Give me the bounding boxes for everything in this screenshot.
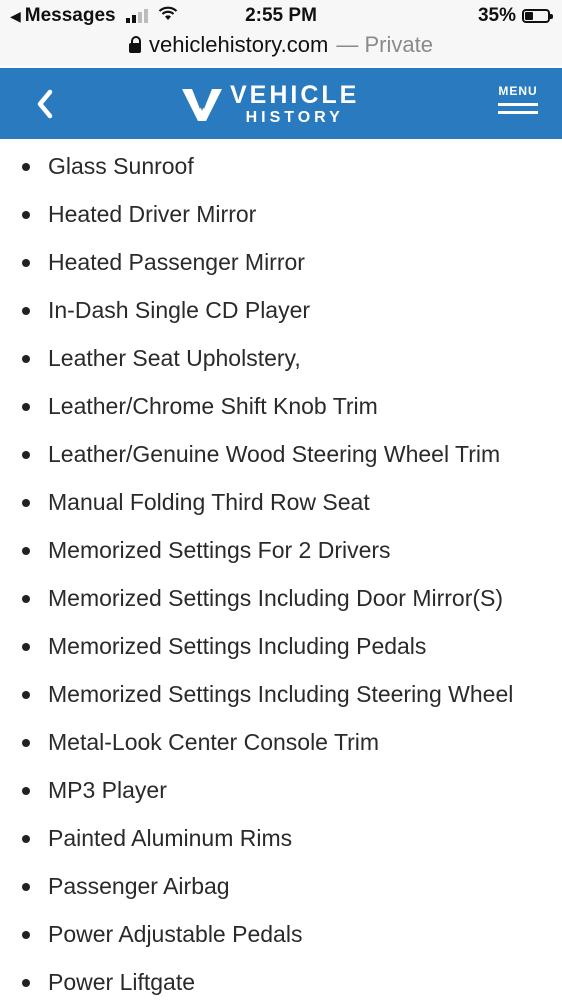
bullet-icon bbox=[22, 307, 30, 315]
feature-item: Passenger Airbag bbox=[0, 862, 562, 910]
logo-line-1: VEHICLE bbox=[230, 81, 360, 109]
battery-percent: 35% bbox=[477, 5, 516, 26]
address-bar[interactable]: vehiclehistory.com — Private bbox=[0, 30, 562, 66]
feature-label: Glass Sunroof bbox=[48, 153, 194, 179]
lock-icon bbox=[129, 36, 142, 53]
feature-label: Manual Folding Third Row Seat bbox=[48, 489, 370, 515]
menu-label: MENU bbox=[498, 84, 538, 98]
bullet-icon bbox=[22, 403, 30, 411]
feature-label: Memorized Settings Including Door Mirror… bbox=[48, 585, 504, 611]
feature-item: Memorized Settings Including Steering Wh… bbox=[0, 670, 562, 718]
logo-line-2: HISTORY bbox=[245, 109, 344, 126]
bullet-icon bbox=[22, 691, 30, 699]
feature-label: Leather/Genuine Wood Steering Wheel Trim bbox=[48, 441, 501, 467]
bullet-icon bbox=[22, 643, 30, 651]
feature-label: Memorized Settings Including Steering Wh… bbox=[48, 681, 514, 707]
bullet-icon bbox=[22, 787, 30, 795]
feature-list: Glass Sunroof Heated Driver Mirror Heated … bbox=[0, 142, 562, 1006]
bullet-icon bbox=[22, 883, 30, 891]
bullet-icon bbox=[22, 451, 30, 459]
feature-item: Heated Driver Mirror bbox=[0, 190, 562, 238]
feature-label: Power Adjustable Pedals bbox=[48, 921, 303, 947]
bullet-icon bbox=[22, 595, 30, 603]
feature-label: Power Liftgate bbox=[48, 969, 196, 995]
feature-item: Leather/Genuine Wood Steering Wheel Trim bbox=[0, 430, 562, 478]
feature-item: MP3 Player bbox=[0, 766, 562, 814]
private-label: — Private bbox=[336, 32, 433, 57]
menu-button[interactable]: MENU bbox=[498, 84, 538, 114]
feature-item: Manual Folding Third Row Seat bbox=[0, 478, 562, 526]
hamburger-bar-icon bbox=[498, 103, 538, 106]
feature-label: Heated Driver Mirror bbox=[48, 201, 257, 227]
feature-label: Leather/Chrome Shift Knob Trim bbox=[48, 393, 378, 419]
bullet-icon bbox=[22, 739, 30, 747]
logo-mark-icon bbox=[182, 88, 222, 121]
battery-status: 35% bbox=[477, 5, 553, 27]
vehicle-history-logo[interactable]: VEHICLE HISTORY bbox=[182, 83, 359, 126]
battery-icon bbox=[522, 9, 553, 23]
feature-item: Leather Seat Upholstery, bbox=[0, 334, 562, 382]
bullet-icon bbox=[22, 499, 30, 507]
feature-item: In-Dash Single CD Player bbox=[0, 286, 562, 334]
feature-item: Power Adjustable Pedals bbox=[0, 910, 562, 958]
bullet-icon bbox=[22, 259, 30, 267]
bullet-icon bbox=[22, 547, 30, 555]
status-bar: ◀ Messages 2:55 PM 35% bbox=[0, 0, 562, 30]
feature-item: Painted Aluminum Rims bbox=[0, 814, 562, 862]
feature-label: Passenger Airbag bbox=[48, 873, 230, 899]
feature-item: Heated Passenger Mirror bbox=[0, 238, 562, 286]
feature-label: Heated Passenger Mirror bbox=[48, 249, 305, 275]
feature-label: Leather Seat Upholstery, bbox=[48, 345, 301, 371]
feature-label: MP3 Player bbox=[48, 777, 167, 803]
bullet-icon bbox=[22, 979, 30, 987]
bullet-icon bbox=[22, 163, 30, 171]
feature-label: In-Dash Single CD Player bbox=[48, 297, 311, 323]
bullet-icon bbox=[22, 211, 30, 219]
back-button[interactable] bbox=[30, 84, 70, 124]
feature-item: Glass Sunroof bbox=[0, 142, 562, 190]
feature-label: Memorized Settings Including Pedals bbox=[48, 633, 427, 659]
feature-item: Memorized Settings For 2 Drivers bbox=[0, 526, 562, 574]
site-header: VEHICLE HISTORY MENU bbox=[0, 68, 562, 139]
chevron-left-icon bbox=[37, 89, 53, 119]
feature-label: Painted Aluminum Rims bbox=[48, 825, 293, 851]
url-domain: vehiclehistory.com bbox=[149, 32, 329, 57]
feature-item: Metal-Look Center Console Trim bbox=[0, 718, 562, 766]
feature-label: Metal-Look Center Console Trim bbox=[48, 729, 380, 755]
hamburger-bar-icon bbox=[498, 111, 538, 114]
bullet-icon bbox=[22, 835, 30, 843]
bullet-icon bbox=[22, 931, 30, 939]
feature-label: Memorized Settings For 2 Drivers bbox=[48, 537, 391, 563]
bullet-icon bbox=[22, 355, 30, 363]
feature-item: Leather/Chrome Shift Knob Trim bbox=[0, 382, 562, 430]
feature-item: Memorized Settings Including Pedals bbox=[0, 622, 562, 670]
feature-item: Memorized Settings Including Door Mirror… bbox=[0, 574, 562, 622]
feature-item: Power Liftgate bbox=[0, 958, 562, 1006]
